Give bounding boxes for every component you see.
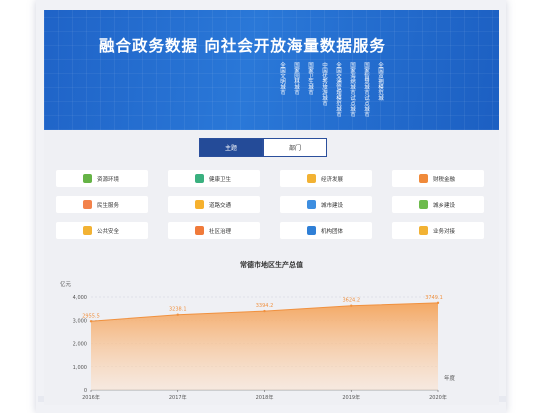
shield-icon [83, 226, 92, 235]
category-label: 社区治理 [209, 228, 232, 235]
x-tick-label: 2017年 [169, 394, 187, 401]
honor-item: 全国双拥模范城 [377, 62, 383, 101]
honor-item: 国家智慧城市试点城市 [363, 62, 369, 117]
y-tick-label: 0 [84, 388, 87, 394]
leaf-chart-icon [83, 174, 92, 183]
y-tick-label: 2,000 [73, 342, 87, 348]
honor-item: 国家海绵城市试点城市 [349, 62, 355, 117]
data-label: 3749.1 [425, 295, 443, 301]
category-label: 财税金融 [433, 176, 456, 183]
x-tick-label: 2016年 [82, 394, 100, 401]
x-tick-label: 2018年 [256, 394, 274, 401]
community-icon [195, 226, 204, 235]
organization-icon [307, 226, 316, 235]
category-livelihood[interactable]: 民生服务 [56, 196, 148, 213]
data-point[interactable] [350, 304, 353, 307]
category-economy[interactable]: 经济发展 [280, 170, 372, 187]
category-label: 公共安全 [97, 228, 120, 235]
category-label: 业务对接 [433, 228, 456, 235]
data-point[interactable] [89, 320, 93, 323]
sprout-icon [419, 200, 428, 209]
data-point[interactable] [176, 313, 179, 316]
honor-item: 全国文明城市 [279, 62, 285, 95]
city-building-icon [307, 200, 316, 209]
honor-item: 国家园林城市 [293, 62, 299, 95]
y-axis-label: 亿元 [60, 280, 72, 288]
category-community[interactable]: 社区治理 [168, 222, 260, 239]
category-label: 城乡建设 [433, 202, 456, 209]
category-urban-rural[interactable]: 城乡建设 [392, 196, 484, 213]
money-icon [307, 174, 316, 183]
category-label: 健康卫生 [209, 176, 232, 183]
x-tick-label: 2019年 [342, 394, 360, 401]
area-fill [91, 302, 438, 390]
road-icon [195, 200, 204, 209]
gdp-area-chart: 亿元 年度 2955.53238.13394.23624.2 3749.1 01,… [60, 280, 456, 401]
category-label: 道路交通 [209, 202, 232, 209]
category-business-docking[interactable]: 业务对接 [392, 222, 484, 239]
data-point[interactable] [263, 309, 266, 313]
chart-title: 常德市地区生产总值 [240, 261, 303, 269]
screen: 融合政务数据 向社会开放海量数据服务 全国文明城市 国家园林城市 国家卫生城市 … [44, 10, 499, 405]
category-finance[interactable]: 财税金融 [392, 170, 484, 187]
category-health[interactable]: 健康卫生 [168, 170, 260, 187]
y-tick-label: 1,000 [73, 365, 87, 371]
user-connect-icon [419, 226, 428, 235]
honor-item: 全国交通管理模范城市 [335, 62, 341, 117]
medical-kit-icon [195, 174, 204, 183]
y-tick-label: 3,000 [73, 318, 87, 324]
banner-title: 融合政务数据 向社会开放海量数据服务 [99, 37, 386, 55]
data-label: 3394.2 [256, 303, 274, 309]
honor-item: 中国优秀旅游城市 [321, 62, 327, 106]
finance-icon [419, 174, 428, 183]
x-tick-label: 2020年 [429, 394, 447, 401]
y-tick-label: 4,000 [73, 295, 87, 301]
hero-banner: 融合政务数据 向社会开放海量数据服务 全国文明城市 国家园林城市 国家卫生城市 … [44, 10, 499, 130]
category-urban-construction[interactable]: 城市建设 [280, 196, 372, 213]
view-tabs: 主题 部门 [199, 138, 327, 157]
category-public-safety[interactable]: 公共安全 [56, 222, 148, 239]
data-label: 3238.1 [169, 307, 187, 313]
data-label: 3624.2 [343, 298, 361, 304]
people-service-icon [83, 200, 92, 209]
x-axis-label: 年度 [444, 374, 456, 382]
category-label: 民生服务 [97, 202, 120, 209]
tab-department[interactable]: 部门 [263, 138, 327, 157]
category-label: 经济发展 [321, 176, 344, 183]
category-label: 机构团体 [321, 228, 344, 235]
category-label: 资源环境 [97, 176, 120, 183]
honor-list: 全国文明城市 国家园林城市 国家卫生城市 中国优秀旅游城市 全国交通管理模范城市… [278, 62, 390, 117]
category-traffic[interactable]: 道路交通 [168, 196, 260, 213]
data-point[interactable] [436, 301, 440, 305]
category-organizations[interactable]: 机构团体 [280, 222, 372, 239]
honor-item: 国家卫生城市 [307, 62, 313, 95]
tab-theme[interactable]: 主题 [199, 138, 263, 157]
category-label: 城市建设 [321, 202, 344, 209]
category-resource-environment[interactable]: 资源环境 [56, 170, 148, 187]
